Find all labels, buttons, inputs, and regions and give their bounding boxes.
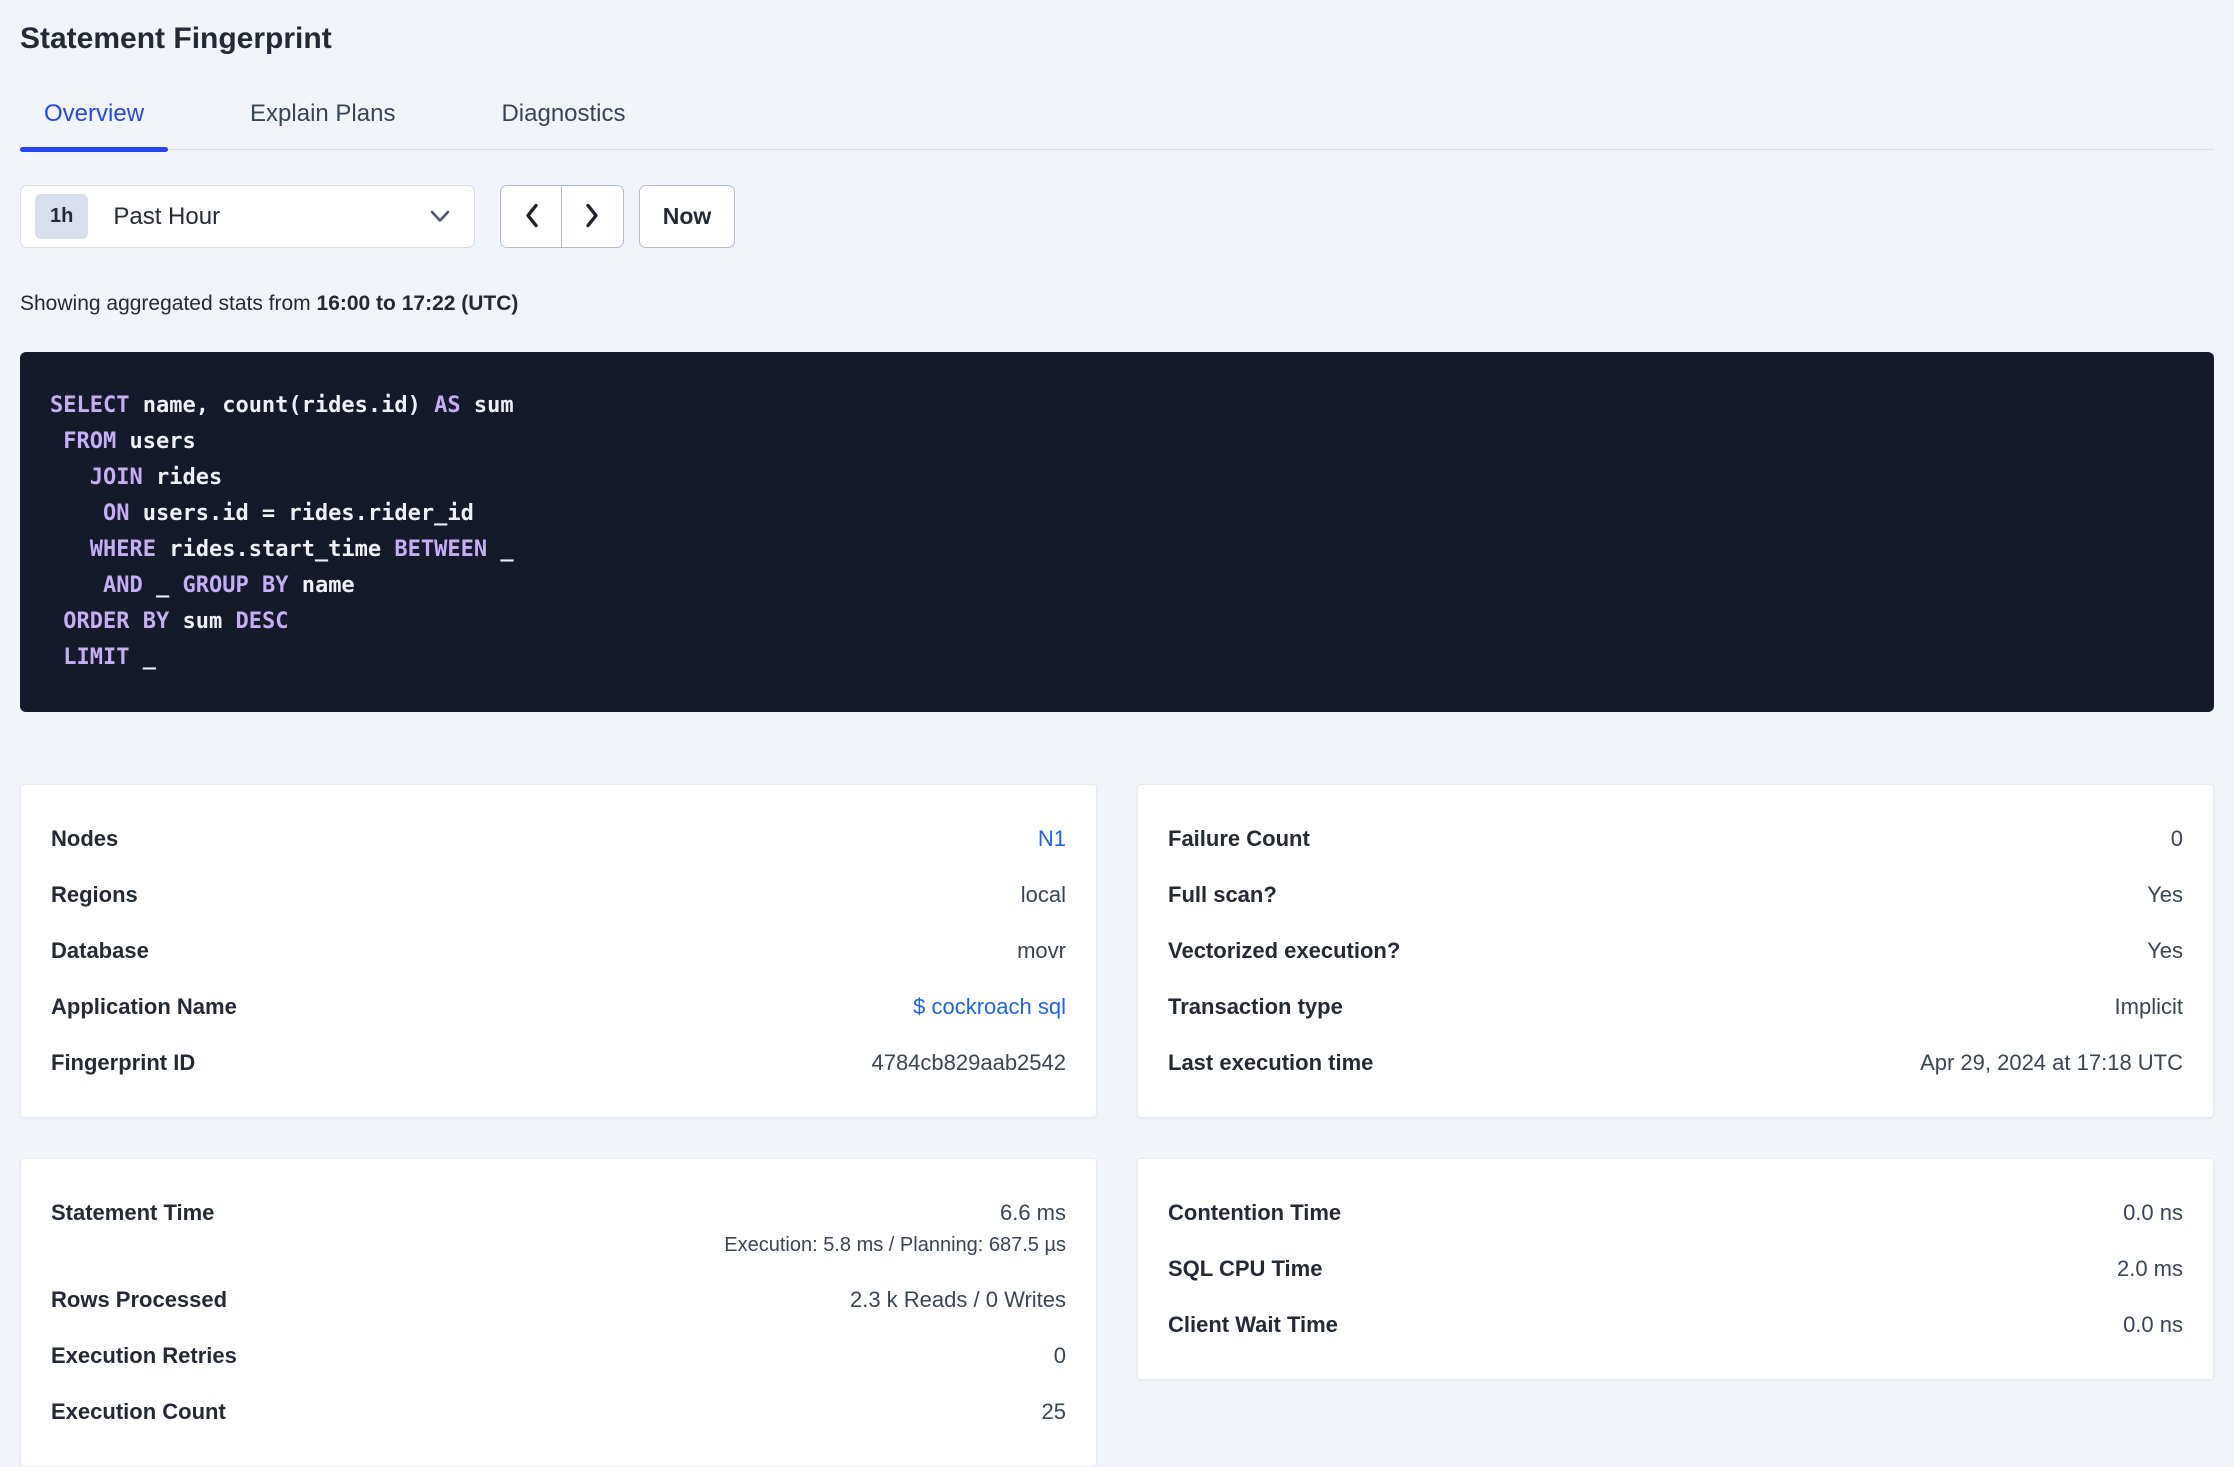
stat-row: Failure Count 0 xyxy=(1168,811,2183,867)
stat-value: 0.0 ns xyxy=(2123,1312,2183,1337)
stat-value: 2.3 k Reads / 0 Writes xyxy=(849,1287,1066,1312)
stat-label: Full scan? xyxy=(1168,882,1277,907)
stat-value: 0 xyxy=(2170,826,2183,851)
stat-row: Execution Retries 0 xyxy=(51,1328,1066,1384)
node-link[interactable]: N1 xyxy=(1038,826,1066,852)
page-title: Statement Fingerprint xyxy=(20,22,332,55)
chevron-left-icon xyxy=(523,202,540,232)
summary-prefix: Showing aggregated stats from xyxy=(20,292,317,315)
stat-row: Contention Time 0.0 ns xyxy=(1168,1185,2183,1241)
time-toolbar: 1h Past Hour Now xyxy=(20,185,2214,248)
stat-label: Nodes xyxy=(51,826,119,851)
stat-label: Failure Count xyxy=(1168,826,1310,851)
stat-label: Fingerprint ID xyxy=(51,1050,196,1075)
stat-value: Apr 29, 2024 at 17:18 UTC xyxy=(1920,1050,2183,1075)
stat-row: Statement Time 6.6 ms Execution: 5.8 ms / … xyxy=(51,1185,1066,1272)
stat-label: Vectorized execution? xyxy=(1168,938,1401,963)
stat-row: Application Name $ cockroach sql xyxy=(51,979,1066,1035)
stat-row: Fingerprint ID 4784cb829aab2542 xyxy=(51,1035,1066,1091)
stat-label: Application Name xyxy=(51,994,237,1019)
statement-fingerprint-page: Statement Fingerprint Overview Explain P… xyxy=(0,0,2234,1467)
tab-overview[interactable]: Overview xyxy=(20,100,169,152)
time-stats-card: Contention Time 0.0 ns SQL CPU Time 2.0 ms C… xyxy=(1137,1158,2214,1380)
stat-value: 6.6 ms xyxy=(999,1200,1066,1225)
tab-explain-plans[interactable]: Explain Plans xyxy=(226,100,419,149)
summary-time-range: 16:00 to 17:22 (UTC) xyxy=(316,292,519,315)
stat-row: SQL CPU Time 2.0 ms xyxy=(1168,1241,2183,1297)
stat-label: Database xyxy=(51,938,149,963)
prev-interval-button[interactable] xyxy=(501,186,562,247)
stat-value: Yes xyxy=(2147,938,2183,963)
stat-label: Client Wait Time xyxy=(1168,1312,1338,1337)
tab-bar: Overview Explain Plans Diagnostics xyxy=(20,100,2214,152)
stat-label: SQL CPU Time xyxy=(1168,1256,1323,1281)
stat-label: Contention Time xyxy=(1168,1200,1342,1225)
tab-diagnostics[interactable]: Diagnostics xyxy=(477,100,649,149)
stat-value: 0.0 ns xyxy=(2123,1200,2183,1225)
stat-row: Transaction type Implicit xyxy=(1168,979,2183,1035)
aggregated-stats-summary: Showing aggregated stats from 16:00 to 1… xyxy=(20,292,2214,316)
stat-label: Regions xyxy=(51,882,138,907)
stat-value: Yes xyxy=(2147,882,2183,907)
stat-label: Transaction type xyxy=(1168,994,1343,1019)
chevron-down-icon xyxy=(430,210,450,223)
stat-label: Rows Processed xyxy=(51,1287,228,1312)
execution-stats-card: Statement Time 6.6 ms Execution: 5.8 ms / … xyxy=(20,1158,1097,1467)
interval-label: Past Hour xyxy=(113,202,221,230)
application-name-link[interactable]: $ cockroach sql xyxy=(913,994,1066,1020)
stat-value: local xyxy=(1020,882,1066,907)
stats-cards: Nodes N1 Regions local Database movr Applicati… xyxy=(20,784,2214,1467)
stat-label: Execution Retries xyxy=(51,1343,237,1368)
stat-value: 0 xyxy=(1053,1343,1066,1368)
stat-row: Full scan? Yes xyxy=(1168,867,2183,923)
stat-row: Rows Processed 2.3 k Reads / 0 Writes xyxy=(51,1272,1066,1328)
stat-row: Vectorized execution? Yes xyxy=(1168,923,2183,979)
stat-row: Execution Count 25 xyxy=(51,1384,1066,1440)
stat-row: Client Wait Time 0.0 ns xyxy=(1168,1297,2183,1353)
stat-value: 25 xyxy=(1041,1399,1066,1424)
stat-row: Database movr xyxy=(51,923,1066,979)
stat-row: Nodes N1 xyxy=(51,811,1066,867)
stat-label: Statement Time xyxy=(51,1200,215,1225)
stat-value: 2.0 ms xyxy=(2116,1256,2183,1281)
now-button[interactable]: Now xyxy=(639,185,735,248)
stat-value: movr xyxy=(1017,938,1066,963)
execution-attributes-card: Failure Count 0 Full scan? Yes Vectorized ex… xyxy=(1137,784,2214,1118)
stat-value: Implicit xyxy=(2114,994,2183,1019)
stat-value: 4784cb829aab2542 xyxy=(871,1050,1066,1075)
stat-row: Regions local xyxy=(51,867,1066,923)
chevron-right-icon xyxy=(584,202,601,232)
time-interval-dropdown[interactable]: 1h Past Hour xyxy=(20,185,475,248)
time-nav-arrows xyxy=(500,185,624,248)
interval-badge: 1h xyxy=(35,194,89,239)
stat-row: Last execution time Apr 29, 2024 at 17:18… xyxy=(1168,1035,2183,1091)
statement-details-card: Nodes N1 Regions local Database movr Applicati… xyxy=(20,784,1097,1118)
sql-statement: SELECT name, count(rides.id) AS sum FROM… xyxy=(20,352,2214,712)
stat-label: Last execution time xyxy=(1168,1050,1374,1075)
next-interval-button[interactable] xyxy=(562,186,623,247)
stat-label: Execution Count xyxy=(51,1399,226,1424)
stat-subvalue: Execution: 5.8 ms / Planning: 687.5 µs xyxy=(724,1234,1066,1256)
